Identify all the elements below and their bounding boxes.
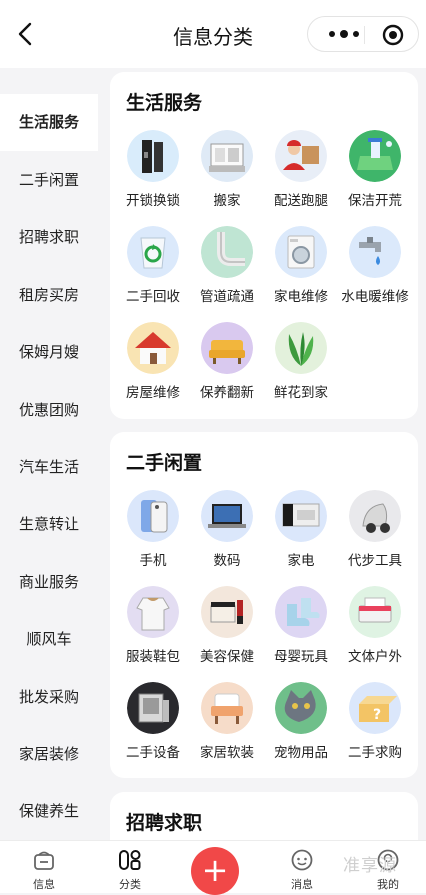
phone-icon bbox=[127, 490, 179, 542]
equipment-icon bbox=[127, 682, 179, 734]
scooter-icon bbox=[349, 490, 401, 542]
category-content: 生活服务 开锁换锁 搬家 配送跑腿 保洁开荒 二手回收 管道疏通 家电维修 水电… bbox=[98, 68, 426, 840]
sidebar-item-housing[interactable]: 租房买房 bbox=[0, 267, 98, 324]
cleaning-icon bbox=[349, 130, 401, 182]
sofa-icon bbox=[201, 322, 253, 374]
sidebar-item-carpool[interactable]: 顺风车 bbox=[0, 611, 98, 668]
watermark: 准享源 bbox=[343, 856, 397, 876]
category-sidebar: 生活服务 二手闲置 招聘求职 租房买房 保姆月嫂 优惠团购 汽车生活 生意转让 … bbox=[0, 68, 98, 840]
section-title: 生活服务 bbox=[126, 92, 203, 114]
sidebar-item-nanny[interactable]: 保姆月嫂 bbox=[0, 324, 98, 381]
category-item[interactable]: 水电暖维修 bbox=[338, 226, 412, 305]
capsule-divider bbox=[364, 26, 365, 44]
tab-category[interactable]: 分类 bbox=[95, 841, 165, 894]
more-dots-icon[interactable] bbox=[326, 27, 362, 41]
tab-info[interactable]: 信息 bbox=[9, 841, 79, 894]
section-title: 招聘求职 bbox=[126, 812, 203, 834]
section-title: 二手闲置 bbox=[126, 452, 203, 474]
moving-icon bbox=[201, 130, 253, 182]
category-item[interactable]: 家电 bbox=[264, 490, 338, 569]
lock-icon bbox=[127, 130, 179, 182]
top-nav-bar: 信息分类 bbox=[0, 0, 426, 68]
category-item[interactable]: 管道疏通 bbox=[190, 226, 264, 305]
category-item[interactable]: 数码 bbox=[190, 490, 264, 569]
baby-shoes-icon bbox=[275, 586, 327, 638]
category-item[interactable]: 手机 bbox=[116, 490, 190, 569]
svg-text:?: ? bbox=[373, 707, 381, 723]
category-item[interactable]: 房屋维修 bbox=[116, 322, 190, 401]
appliance-icon bbox=[275, 490, 327, 542]
category-item[interactable]: 保洁开荒 bbox=[338, 130, 412, 209]
recycle-icon bbox=[127, 226, 179, 278]
category-icon bbox=[119, 850, 141, 870]
sidebar-item-second-hand[interactable]: 二手闲置 bbox=[0, 152, 98, 209]
tab-message[interactable]: 消息 bbox=[267, 841, 337, 894]
category-item[interactable]: 二手设备 bbox=[116, 682, 190, 761]
section-life-services: 生活服务 开锁换锁 搬家 配送跑腿 保洁开荒 二手回收 管道疏通 家电维修 水电… bbox=[110, 72, 418, 419]
category-item[interactable]: 开锁换锁 bbox=[116, 130, 190, 209]
bottom-tab-bar: 信息 分类 + 消息 我的 准享源 bbox=[0, 840, 426, 895]
category-item[interactable]: 服装鞋包 bbox=[116, 586, 190, 665]
info-icon bbox=[34, 851, 54, 870]
cosmetics-icon bbox=[201, 586, 253, 638]
sidebar-item-business-transfer[interactable]: 生意转让 bbox=[0, 496, 98, 553]
sidebar-item-commercial[interactable]: 商业服务 bbox=[0, 554, 98, 611]
category-item[interactable]: 母婴玩具 bbox=[264, 586, 338, 665]
category-item[interactable]: 二手回收 bbox=[116, 226, 190, 305]
category-item[interactable]: 配送跑腿 bbox=[264, 130, 338, 209]
category-item[interactable]: ? 二手求购 bbox=[338, 682, 412, 761]
cat-icon bbox=[275, 682, 327, 734]
sidebar-item-life-services[interactable]: 生活服务 bbox=[0, 94, 98, 151]
sidebar-item-auto[interactable]: 汽车生活 bbox=[0, 439, 98, 496]
section-second-hand: 二手闲置 手机 数码 家电 代步工具 服装鞋包 美容保健 母婴玩具 文体户外 二… bbox=[110, 432, 418, 778]
category-item[interactable]: 家电维修 bbox=[264, 226, 338, 305]
category-item[interactable]: 鲜花到家 bbox=[264, 322, 338, 401]
publish-plus-button[interactable]: + bbox=[191, 847, 239, 895]
clothing-icon bbox=[127, 586, 179, 638]
sidebar-item-home-decor[interactable]: 家居装修 bbox=[0, 726, 98, 783]
pipe-icon bbox=[201, 226, 253, 278]
delivery-icon bbox=[275, 130, 327, 182]
mini-program-capsule bbox=[307, 16, 419, 52]
faucet-icon bbox=[349, 226, 401, 278]
section-jobs: 招聘求职 bbox=[110, 792, 418, 840]
printer-icon bbox=[349, 586, 401, 638]
category-item[interactable]: 美容保健 bbox=[190, 586, 264, 665]
laptop-icon bbox=[201, 490, 253, 542]
category-item[interactable]: 文体户外 bbox=[338, 586, 412, 665]
sidebar-item-health[interactable]: 保健养生 bbox=[0, 783, 98, 840]
question-box-icon: ? bbox=[349, 682, 401, 734]
armchair-icon bbox=[201, 682, 253, 734]
category-item[interactable]: 代步工具 bbox=[338, 490, 412, 569]
message-icon bbox=[291, 849, 313, 871]
plant-icon bbox=[275, 322, 327, 374]
sidebar-item-group-buy[interactable]: 优惠团购 bbox=[0, 382, 98, 439]
close-miniprogram-icon[interactable] bbox=[382, 24, 404, 46]
washing-machine-icon bbox=[275, 226, 327, 278]
sidebar-item-jobs[interactable]: 招聘求职 bbox=[0, 209, 98, 266]
category-item[interactable]: 保养翻新 bbox=[190, 322, 264, 401]
category-item[interactable]: 宠物用品 bbox=[264, 682, 338, 761]
house-icon bbox=[127, 322, 179, 374]
category-item[interactable]: 搬家 bbox=[190, 130, 264, 209]
sidebar-item-wholesale[interactable]: 批发采购 bbox=[0, 669, 98, 726]
category-item[interactable]: 家居软装 bbox=[190, 682, 264, 761]
